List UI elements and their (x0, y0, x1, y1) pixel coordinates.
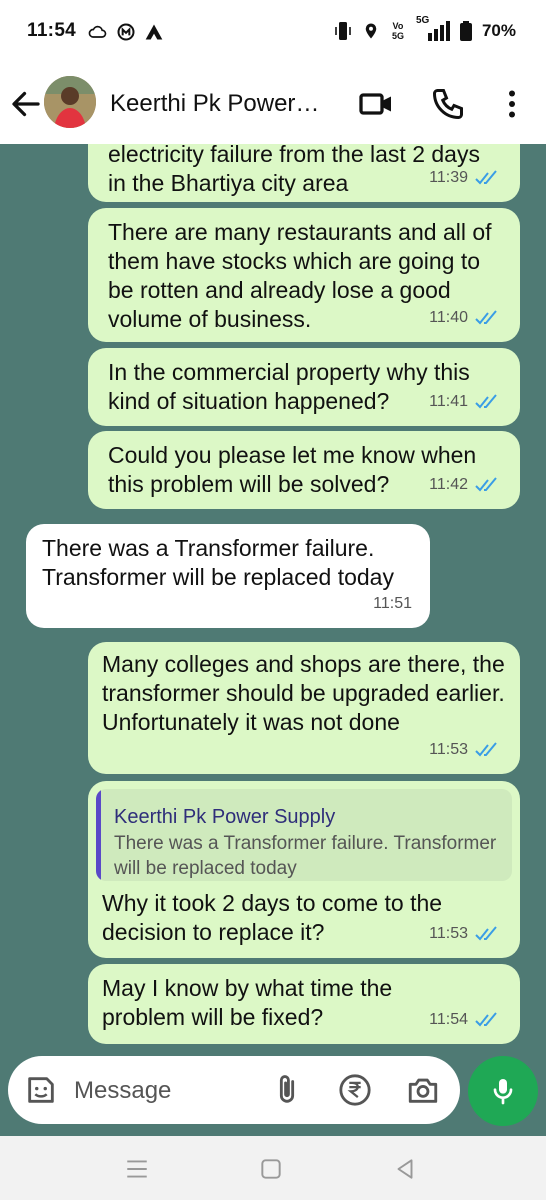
app-icon (117, 23, 135, 41)
location-icon (365, 23, 377, 39)
mic-button[interactable] (468, 1056, 538, 1126)
message-text: May I know by what time the problem will… (102, 975, 393, 1030)
read-ticks-icon (475, 741, 497, 756)
reply-quote[interactable]: Keerthi Pk Power Supply There was a Tran… (96, 789, 512, 881)
sticker-icon[interactable] (24, 1073, 58, 1107)
volte-icon: Vo 5G (391, 21, 404, 41)
status-bar: 11:54 Vo 5G 5G 70% (0, 0, 546, 64)
contact-name[interactable]: Keerthi Pk Power… (110, 90, 319, 118)
attach-icon[interactable] (270, 1073, 304, 1107)
home-icon[interactable] (258, 1156, 284, 1182)
message-input[interactable] (72, 1075, 266, 1107)
back-icon[interactable] (392, 1156, 418, 1182)
quote-text: There was a Transformer failure. Transfo… (114, 833, 497, 879)
battery-icon (459, 21, 472, 41)
message-time: 11:53 (429, 741, 468, 758)
message-time: 11:41 (429, 393, 468, 410)
system-nav-bar (0, 1136, 546, 1200)
message-bubble-out[interactable]: electricity failure from the last 2 days… (88, 144, 520, 202)
chat-area[interactable]: electricity failure from the last 2 days… (0, 144, 546, 1050)
message-text: There was a Transformer failure. Transfo… (42, 535, 394, 590)
cloud-icon (88, 25, 107, 38)
status-time: 11:54 (27, 20, 77, 41)
rupee-payment-icon[interactable] (338, 1073, 372, 1107)
message-time: 11:54 (429, 1011, 468, 1028)
message-bubble-out[interactable]: Could you please let me know when this p… (88, 431, 520, 509)
avatar[interactable] (44, 76, 96, 128)
message-bubble-out[interactable]: May I know by what time the problem will… (88, 964, 520, 1044)
battery-percent: 70% (481, 21, 516, 40)
chat-header: Keerthi Pk Power… (0, 64, 546, 144)
message-time: 11:51 (373, 595, 412, 612)
5g-signal-icon (427, 21, 450, 41)
back-arrow-icon[interactable] (8, 86, 44, 122)
read-ticks-icon (475, 169, 497, 184)
read-ticks-icon (475, 393, 497, 408)
message-text: Many colleges and shops are there, the t… (102, 651, 505, 735)
status-left-icons (88, 22, 164, 42)
message-bubble-out-reply[interactable]: Keerthi Pk Power Supply There was a Tran… (88, 781, 520, 958)
status-right-icons: Vo 5G 5G 70% (334, 15, 516, 42)
message-composer (8, 1056, 460, 1124)
triangle-app-icon (145, 24, 163, 40)
mic-icon (493, 1079, 513, 1105)
phone-icon[interactable] (430, 86, 466, 122)
message-bubble-in[interactable]: There was a Transformer failure. Transfo… (26, 524, 430, 628)
more-vert-icon[interactable] (494, 86, 530, 122)
message-bubble-out[interactable]: There are many restaurants and all of th… (88, 208, 520, 342)
quote-bar (96, 789, 101, 881)
camera-icon[interactable] (406, 1073, 440, 1107)
read-ticks-icon (475, 476, 497, 491)
network-label: 5G (416, 15, 450, 41)
message-bubble-out[interactable]: In the commercial property why this kind… (88, 348, 520, 426)
video-call-icon[interactable] (358, 86, 394, 122)
message-time: 11:53 (429, 925, 468, 942)
quote-author: Keerthi Pk Power Supply (114, 806, 336, 828)
read-ticks-icon (475, 925, 497, 940)
read-ticks-icon (475, 309, 497, 324)
read-ticks-icon (475, 1011, 497, 1026)
recents-icon[interactable] (124, 1156, 150, 1182)
message-bubble-out[interactable]: Many colleges and shops are there, the t… (88, 642, 520, 774)
message-time: 11:42 (429, 476, 468, 493)
vibrate-icon (335, 22, 351, 40)
message-time: 11:40 (429, 309, 468, 326)
message-time: 11:39 (429, 169, 468, 186)
